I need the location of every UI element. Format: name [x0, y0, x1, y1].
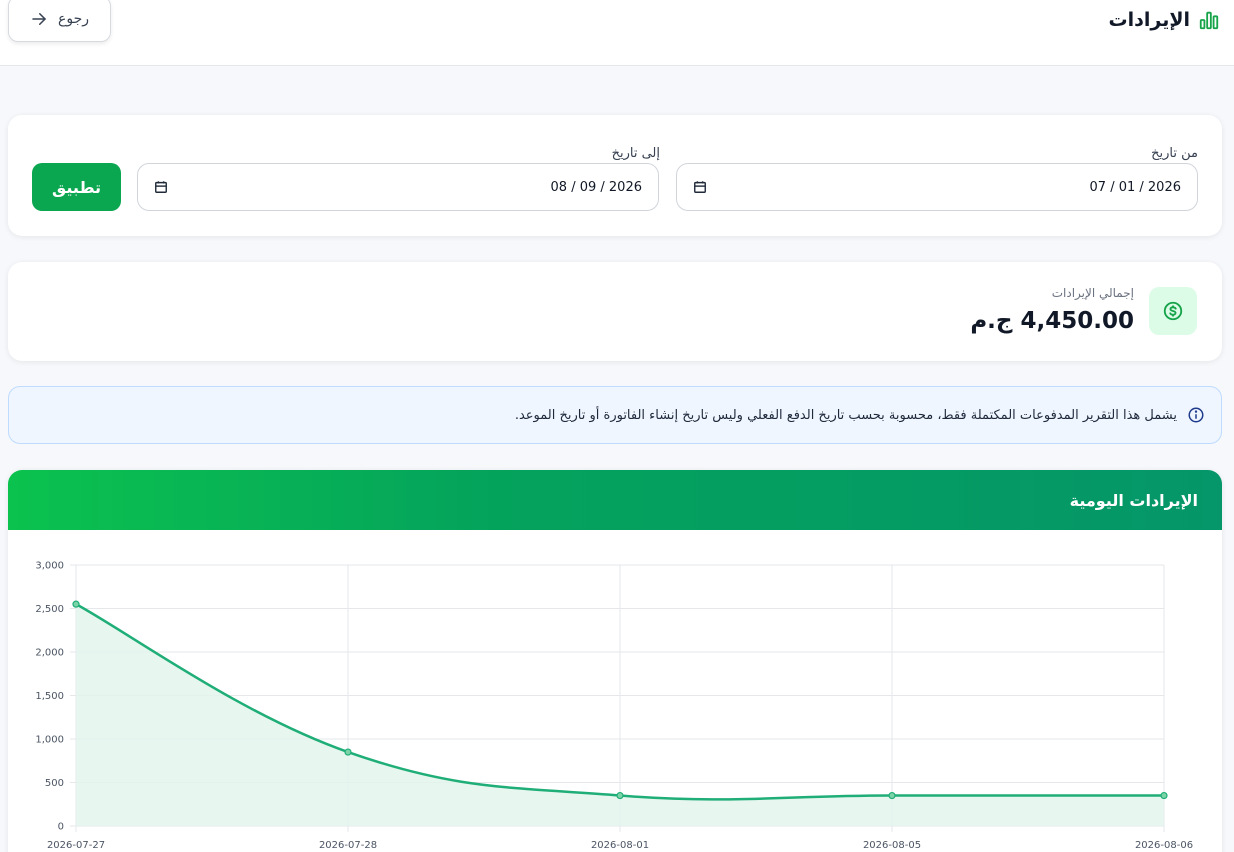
daily-revenue-chart: 0 500 1,000 1,500 2,000 2,500 3,000 2026-07-27 2… [35, 561, 1193, 852]
info-notice: يشمل هذا التقرير المدفوعات المكتملة فقط،… [8, 386, 1222, 444]
info-text: يشمل هذا التقرير المدفوعات المكتملة فقط،… [514, 407, 1177, 423]
total-amount: 4,450.00 [1020, 308, 1135, 334]
from-date-input[interactable]: 07 / 01 / 2026 [676, 163, 1198, 211]
chart-header: الإيرادات اليومية [8, 470, 1222, 530]
from-date-value: 07 / 01 / 2026 [1089, 179, 1181, 195]
filter-card: من تاريخ 07 / 01 / 2026 إلى تاريخ 08 / 0… [8, 115, 1222, 236]
back-button[interactable]: رجوع [8, 0, 111, 42]
x-tick-label: 2026-07-28 [319, 840, 377, 851]
x-tick-label: 2026-07-27 [47, 840, 105, 851]
to-date-input[interactable]: 08 / 09 / 2026 [137, 163, 659, 211]
y-tick-label: 2,000 [35, 648, 64, 659]
data-point [888, 791, 896, 800]
info-icon [1188, 407, 1204, 423]
y-tick-label: 0 [58, 822, 64, 833]
x-tick-label: 2026-08-01 [591, 840, 649, 851]
x-tick-label: 2026-08-05 [863, 840, 921, 851]
dollar-circle-icon [1163, 301, 1183, 321]
chart-title: الإيرادات اليومية [1069, 490, 1198, 510]
to-date-value: 08 / 09 / 2026 [550, 179, 642, 195]
to-date-label: إلى تاريخ [611, 146, 660, 161]
y-tick-label: 1,000 [35, 735, 64, 746]
currency: ج.م [970, 308, 1013, 334]
total-revenue-value: 4,450.00 ج.م [970, 308, 1134, 334]
daily-revenue-card: الإيرادات اليومية 0 500 1,000 1,500 2,000 2,5… [8, 470, 1222, 852]
data-point [1160, 791, 1168, 800]
y-tick-label: 1,500 [35, 691, 64, 702]
top-bar: الإيرادات رجوع [0, 0, 1234, 66]
page-title-text: الإيرادات [1108, 9, 1190, 31]
calendar-icon[interactable] [154, 180, 168, 194]
total-revenue-card: إجمالي الإيرادات 4,450.00 ج.م [8, 262, 1222, 361]
total-revenue-label: إجمالي الإيرادات [1051, 286, 1134, 300]
y-tick-label: 2,500 [35, 604, 64, 615]
arrow-right-icon [32, 13, 47, 25]
data-point [72, 600, 80, 608]
y-tick-label: 500 [45, 778, 64, 789]
data-point [616, 791, 624, 800]
calendar-icon[interactable] [693, 180, 707, 194]
money-icon-box [1149, 287, 1197, 335]
back-label: رجوع [58, 11, 90, 27]
data-point [344, 748, 352, 756]
bar-chart-icon [1199, 11, 1219, 30]
apply-button[interactable]: تطبيق [32, 163, 121, 211]
page-title: الإيرادات [1109, 6, 1220, 34]
from-date-label: من تاريخ [1151, 146, 1198, 161]
y-tick-label: 3,000 [35, 561, 64, 572]
x-tick-label: 2026-08-06 [1135, 840, 1193, 851]
